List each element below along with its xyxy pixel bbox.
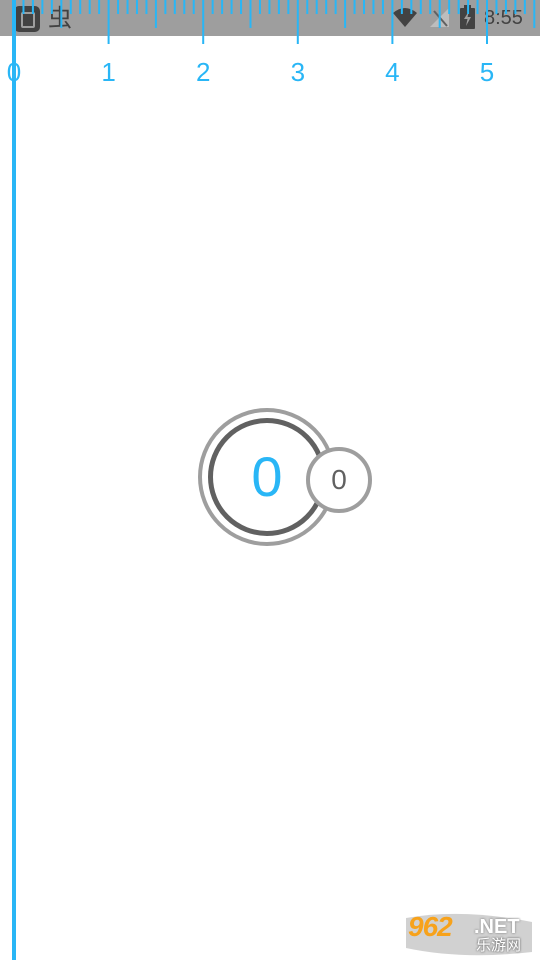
bug-icon: 虫 bbox=[48, 4, 72, 32]
watermark-logo-number: 962 bbox=[408, 911, 453, 942]
watermark-logo-sub: 乐游网 bbox=[476, 936, 522, 954]
site-watermark: 962 .NET 乐游网 bbox=[402, 912, 536, 956]
ruler-label-2: 2 bbox=[195, 57, 211, 87]
ruler-label-1: 1 bbox=[101, 57, 116, 87]
status-time: 8:55 bbox=[484, 7, 523, 29]
ruler-app-screen: 虫 8:55 0 1 2 3 4 5 0 0 962 .NET 乐游网 bbox=[0, 0, 540, 960]
status-bar: 虫 8:55 bbox=[0, 0, 540, 36]
signal-off-icon bbox=[430, 8, 449, 27]
battery-charging-icon bbox=[460, 5, 475, 29]
sub-counter-bubble[interactable]: 0 bbox=[306, 447, 372, 513]
app-notification-icon bbox=[14, 6, 40, 32]
watermark-logo-net: .NET bbox=[474, 916, 520, 938]
ruler-label-5: 5 bbox=[479, 57, 495, 87]
sub-counter-value: 0 bbox=[331, 464, 347, 495]
ruler-label-0: 0 bbox=[6, 57, 22, 87]
ruler-label-4: 4 bbox=[385, 57, 400, 87]
measure-counter-value: 0 bbox=[251, 445, 283, 508]
wifi-icon bbox=[393, 8, 417, 27]
ruler-label-3: 3 bbox=[290, 57, 306, 87]
